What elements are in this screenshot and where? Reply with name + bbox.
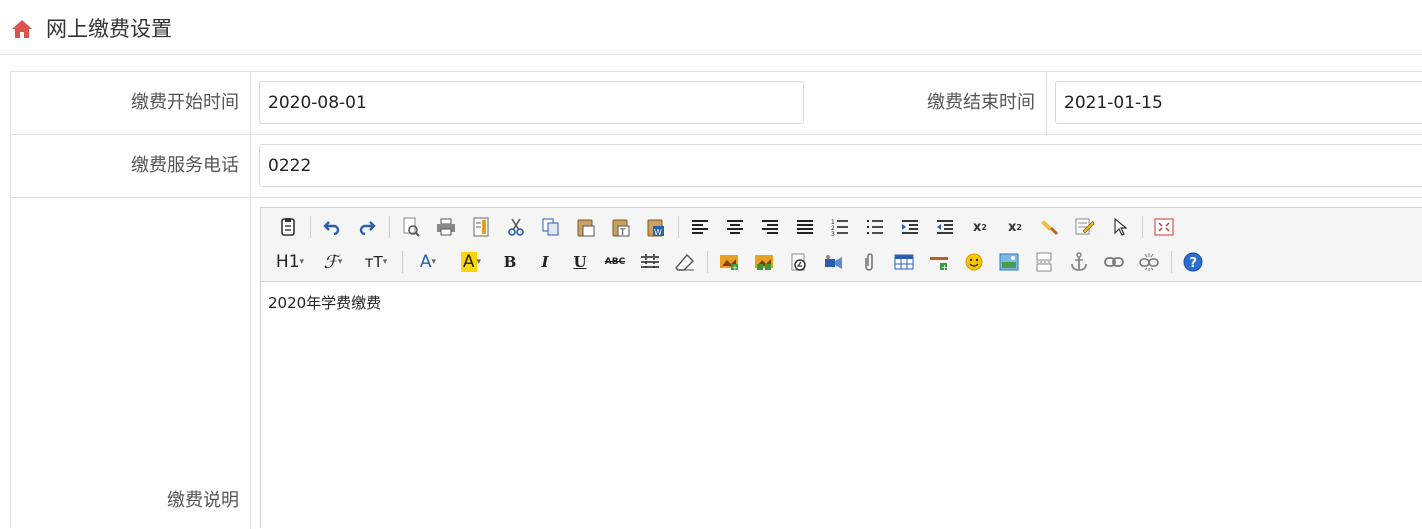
svg-text:+: + [941, 263, 948, 271]
highlight-color-icon[interactable]: A ▾ [454, 249, 488, 275]
cut-icon[interactable] [503, 214, 529, 240]
editor-toolbar: T W 123 x 2 x 2 H1 ▾ ℱ ▾ тT ▾ A ▾ A ▾ B … [261, 208, 1422, 282]
help-icon[interactable]: ? [1180, 249, 1206, 275]
home-icon [12, 20, 32, 38]
description-label: 缴费说明 [167, 490, 239, 511]
eraser-icon[interactable] [672, 249, 698, 275]
end-time-input[interactable] [1055, 81, 1422, 124]
page-title: 网上缴费设置 [46, 17, 172, 41]
preview-icon[interactable] [398, 214, 424, 240]
anchor-icon[interactable] [1066, 249, 1092, 275]
font-size-icon[interactable]: тT ▾ [359, 249, 393, 275]
italic-icon[interactable]: I [532, 249, 558, 275]
toolbar-separator [707, 251, 708, 273]
toolbar-separator [1171, 251, 1172, 273]
strikethrough-icon[interactable]: ABC [602, 249, 628, 275]
svg-text:T: T [619, 228, 626, 237]
column-divider [250, 72, 251, 529]
subscript-icon[interactable]: x2 [967, 214, 993, 240]
align-justify-icon[interactable] [792, 214, 818, 240]
source-code-icon[interactable] [275, 214, 301, 240]
svg-text:+: + [732, 264, 738, 271]
clear-format-icon[interactable] [1037, 214, 1063, 240]
payment-settings-form: 缴费开始时间 缴费结束时间 缴费服务电话 缴费说明 [10, 71, 1422, 529]
copy-icon[interactable] [538, 214, 564, 240]
multi-image-icon[interactable] [751, 249, 777, 275]
emoticon-icon[interactable] [961, 249, 987, 275]
toolbar-row-1: T W 123 x 2 x 2 [275, 213, 1186, 241]
svg-text:W: W [654, 228, 662, 237]
row-divider [11, 197, 1422, 198]
column-divider [1046, 72, 1047, 134]
heading-icon[interactable]: H1 ▾ [273, 249, 307, 275]
redo-icon[interactable] [354, 214, 380, 240]
row-divider [11, 134, 1422, 135]
underline-icon[interactable]: U [567, 249, 593, 275]
fullscreen-icon[interactable] [1151, 214, 1177, 240]
svg-text:?: ? [1190, 256, 1198, 271]
ordered-list-icon[interactable]: 123 [827, 214, 853, 240]
toolbar-separator [389, 216, 390, 238]
align-right-icon[interactable] [757, 214, 783, 240]
toolbar-row-2: H1 ▾ ℱ ▾ тT ▾ A ▾ A ▾ B I U ABC + + ? [273, 248, 1215, 276]
image-icon[interactable]: + [716, 249, 742, 275]
flash-icon[interactable] [786, 249, 812, 275]
map-icon[interactable] [996, 249, 1022, 275]
paste-word-icon[interactable]: W [643, 214, 669, 240]
horizontal-rule-icon[interactable]: + [926, 249, 952, 275]
editor-content[interactable]: 2020年学费缴费 [268, 292, 381, 313]
align-left-icon[interactable] [687, 214, 713, 240]
print-icon[interactable] [433, 214, 459, 240]
phone-label: 缴费服务电话 [131, 155, 239, 176]
outdent-icon[interactable] [932, 214, 958, 240]
page-header: 网上缴费设置 [0, 0, 1422, 55]
toolbar-separator [678, 216, 679, 238]
phone-input[interactable] [259, 144, 1422, 187]
svg-text:3: 3 [831, 231, 835, 236]
heading-label: H1 [275, 252, 300, 272]
media-icon[interactable] [821, 249, 847, 275]
align-center-icon[interactable] [722, 214, 748, 240]
font-family-icon[interactable]: ℱ ▾ [316, 249, 350, 275]
indent-icon[interactable] [897, 214, 923, 240]
start-time-label: 缴费开始时间 [131, 92, 239, 113]
unlink-icon[interactable] [1136, 249, 1162, 275]
bold-icon[interactable]: B [497, 249, 523, 275]
font-color-icon[interactable]: A ▾ [411, 249, 445, 275]
font-size-label: тT [364, 253, 383, 271]
superscript-icon[interactable]: x2 [1002, 214, 1028, 240]
start-time-input[interactable] [259, 81, 804, 124]
paste-text-icon[interactable]: T [608, 214, 634, 240]
toolbar-separator [402, 251, 403, 273]
link-icon[interactable] [1101, 249, 1127, 275]
template-icon[interactable] [468, 214, 494, 240]
end-time-label: 缴费结束时间 [927, 92, 1035, 113]
attachment-icon[interactable] [856, 249, 882, 275]
paste-icon[interactable] [573, 214, 599, 240]
toolbar-separator [1142, 216, 1143, 238]
unordered-list-icon[interactable] [862, 214, 888, 240]
undo-icon[interactable] [319, 214, 345, 240]
toolbar-separator [310, 216, 311, 238]
table-icon[interactable] [891, 249, 917, 275]
line-height-icon[interactable] [637, 249, 663, 275]
select-all-icon[interactable] [1072, 214, 1098, 240]
select-cursor-icon[interactable] [1107, 214, 1133, 240]
rich-text-editor: T W 123 x 2 x 2 H1 ▾ ℱ ▾ тT ▾ A ▾ A ▾ B … [260, 207, 1422, 528]
page-break-icon[interactable] [1031, 249, 1057, 275]
